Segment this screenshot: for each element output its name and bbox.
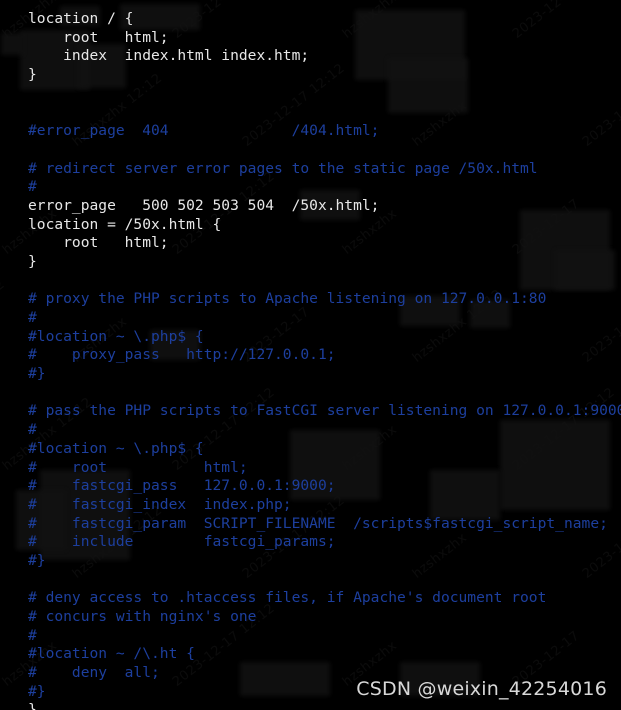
code-block: location / { root html; index index.html…: [0, 0, 621, 710]
csdn-watermark: CSDN @weixin_42254016: [356, 678, 607, 700]
code-line: #error_page 404 /404.html;: [28, 122, 380, 140]
code-line: root html;: [28, 234, 169, 252]
code-line: location / {: [28, 10, 134, 27]
code-line: #: [28, 421, 37, 439]
code-line: # concurs with nginx's one: [28, 608, 257, 625]
code-line: location = /50x.html {: [28, 215, 222, 233]
code-line: }: [28, 701, 37, 710]
code-line: #location ~ /\.ht {: [28, 645, 195, 663]
code-line: # fastcgi_index index.php;: [28, 495, 292, 513]
code-line: # fastcgi_param SCRIPT_FILENAME /scripts…: [28, 514, 608, 532]
code-line: #location ~ \.php$ {: [28, 439, 204, 457]
code-line: #: [28, 626, 37, 644]
code-line: }: [28, 252, 37, 270]
code-line: #: [28, 309, 37, 326]
code-line: #}: [28, 365, 46, 383]
code-line: }: [28, 66, 37, 84]
code-line: #location ~ \.php$ {: [28, 327, 204, 345]
code-line: #}: [28, 551, 46, 569]
terminal-window: 2023-12-17 12:12hzshxzhx2023-12-17hzshxz…: [0, 0, 621, 710]
code-line: #: [28, 178, 37, 196]
code-line: index index.html index.htm;: [28, 47, 310, 65]
code-line: # include fastcgi_params;: [28, 533, 336, 551]
code-line: # proxy_pass http://127.0.0.1;: [28, 346, 336, 364]
code-line: # deny access to .htaccess files, if Apa…: [28, 589, 547, 607]
code-line: # fastcgi_pass 127.0.0.1:9000;: [28, 477, 336, 495]
code-line: # redirect server error pages to the sta…: [28, 159, 538, 177]
code-line: # pass the PHP scripts to FastCGI server…: [28, 402, 621, 420]
code-line: # proxy the PHP scripts to Apache listen…: [28, 290, 547, 308]
code-line: # root html;: [28, 458, 248, 476]
code-line: root html;: [28, 28, 169, 46]
code-line: error_page 500 502 503 504 /50x.html;: [28, 196, 380, 214]
